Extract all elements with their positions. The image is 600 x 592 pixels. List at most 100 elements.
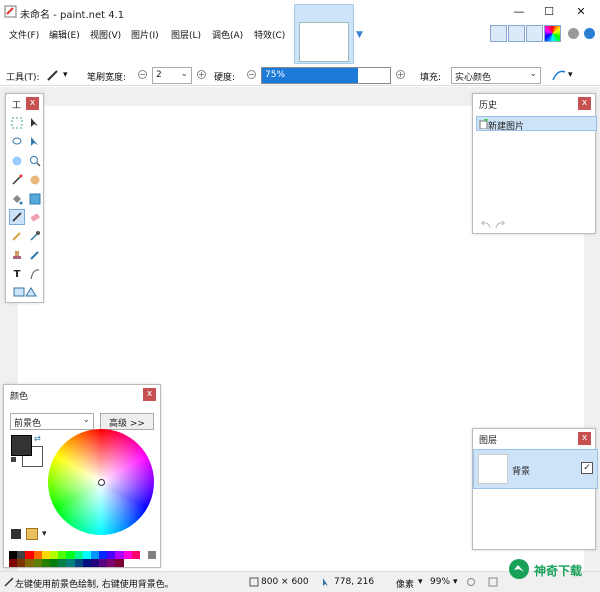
move-selection-tool-icon[interactable] bbox=[27, 115, 43, 131]
palette-swatch[interactable] bbox=[17, 559, 26, 567]
palette-swatch[interactable] bbox=[74, 559, 83, 567]
palette-swatch[interactable] bbox=[9, 551, 18, 559]
move-selected-tool-icon[interactable] bbox=[27, 134, 43, 150]
history-undo-icon[interactable] bbox=[479, 220, 491, 230]
palette-swatch[interactable] bbox=[107, 551, 116, 559]
brush-width-select[interactable]: 2 ⌄ bbox=[152, 67, 192, 84]
palette-swatch[interactable] bbox=[58, 551, 67, 559]
color-picker-tool-icon[interactable] bbox=[27, 228, 43, 244]
antialiasing-icon[interactable] bbox=[552, 68, 566, 82]
hardness-increase[interactable]: + bbox=[396, 70, 405, 79]
palette-swatch[interactable] bbox=[90, 559, 100, 567]
palette-swatch[interactable] bbox=[25, 551, 34, 559]
pencil-tool-icon[interactable] bbox=[9, 228, 25, 244]
settings-icon[interactable] bbox=[568, 28, 579, 39]
zoom-tool-icon[interactable] bbox=[27, 153, 43, 169]
paintbrush-tool-icon[interactable] bbox=[9, 209, 25, 225]
palette-foreground-icon[interactable] bbox=[11, 529, 21, 539]
paint-bucket-tool-icon[interactable] bbox=[9, 191, 25, 207]
recolor-tool-icon[interactable] bbox=[27, 247, 43, 263]
palette-swatch[interactable] bbox=[90, 551, 100, 559]
lasso-tool-icon[interactable] bbox=[9, 134, 25, 150]
palette-swatch[interactable] bbox=[17, 551, 26, 559]
clone-stamp-tool-icon[interactable] bbox=[9, 247, 25, 263]
advanced-button[interactable]: 高级 >> bbox=[100, 413, 154, 430]
palette-swatch[interactable] bbox=[82, 551, 91, 559]
layers-window-toggle[interactable] bbox=[526, 25, 543, 42]
ellipse-select-tool-icon[interactable] bbox=[9, 153, 25, 169]
primary-color-swatch[interactable] bbox=[11, 435, 32, 456]
palette-swatch[interactable] bbox=[123, 551, 132, 559]
palette-swatch[interactable] bbox=[41, 551, 50, 559]
palette-swatch[interactable] bbox=[140, 551, 149, 559]
hardness-decrease[interactable]: − bbox=[247, 70, 256, 79]
swap-colors-icon[interactable]: ⇄ bbox=[34, 434, 41, 443]
hardness-slider[interactable]: 75% bbox=[261, 67, 391, 84]
antialiasing-dropdown-icon[interactable]: ▾ bbox=[568, 70, 573, 80]
color-mode-select[interactable]: 前景色 ⌄ bbox=[10, 413, 94, 430]
text-tool-icon[interactable]: T bbox=[9, 266, 25, 282]
pan-tool-icon[interactable] bbox=[27, 172, 43, 188]
help-icon[interactable] bbox=[584, 28, 595, 39]
palette-dropdown-icon[interactable]: ▾ bbox=[42, 529, 47, 539]
shapes-tool-icon[interactable] bbox=[12, 284, 38, 300]
brush-width-increase[interactable]: + bbox=[197, 70, 206, 79]
tools-panel-close-button[interactable]: x bbox=[26, 97, 39, 110]
palette-swatch[interactable] bbox=[49, 559, 59, 567]
palette-swatch[interactable] bbox=[25, 559, 34, 567]
tools-window-toggle[interactable] bbox=[490, 25, 507, 42]
colors-panel-close-button[interactable]: x bbox=[143, 388, 156, 401]
history-window-toggle[interactable] bbox=[508, 25, 525, 42]
palette-swatch[interactable] bbox=[66, 551, 75, 559]
paintbrush-icon[interactable] bbox=[46, 68, 60, 82]
palette-swatch[interactable] bbox=[82, 559, 91, 567]
palette-swatch[interactable] bbox=[99, 559, 108, 567]
menu-file[interactable]: 文件(F) bbox=[9, 28, 39, 41]
menu-layers[interactable]: 图层(L) bbox=[171, 28, 201, 41]
layer-item[interactable]: 背景 ✓ bbox=[473, 449, 598, 489]
eraser-tool-icon[interactable] bbox=[27, 209, 43, 225]
palette-swatch[interactable] bbox=[131, 551, 140, 559]
palette-menu-icon[interactable] bbox=[26, 528, 38, 540]
line-curve-tool-icon[interactable] bbox=[27, 266, 43, 282]
reset-colors-icon[interactable] bbox=[11, 457, 16, 462]
close-button[interactable]: ✕ bbox=[566, 0, 596, 22]
palette-swatch[interactable] bbox=[41, 559, 50, 567]
menu-view[interactable]: 视图(V) bbox=[90, 28, 121, 41]
minimize-button[interactable]: — bbox=[504, 0, 534, 22]
palette-swatch[interactable] bbox=[33, 551, 42, 559]
zoom-out-icon[interactable] bbox=[466, 577, 476, 587]
palette-swatch[interactable] bbox=[49, 551, 59, 559]
history-redo-icon[interactable] bbox=[495, 220, 507, 230]
maximize-button[interactable]: ☐ bbox=[534, 0, 564, 22]
palette-swatch[interactable] bbox=[107, 559, 116, 567]
palette-swatch[interactable] bbox=[99, 551, 108, 559]
tool-dropdown-icon[interactable]: ▾ bbox=[63, 70, 68, 80]
history-panel-close-button[interactable]: x bbox=[578, 97, 591, 110]
gradient-tool-icon[interactable] bbox=[27, 191, 43, 207]
colors-window-toggle[interactable] bbox=[544, 25, 561, 42]
palette-swatch[interactable] bbox=[9, 559, 18, 567]
palette-swatch[interactable] bbox=[115, 551, 124, 559]
rectangle-select-tool-icon[interactable] bbox=[9, 115, 25, 131]
palette-swatch[interactable] bbox=[148, 551, 157, 559]
brush-width-decrease[interactable]: − bbox=[138, 70, 147, 79]
fill-select[interactable]: 实心颜色 ⌄ bbox=[451, 67, 541, 84]
menu-effects[interactable]: 特效(C) bbox=[254, 28, 285, 41]
menu-image[interactable]: 图片(I) bbox=[131, 28, 159, 41]
zoom-dropdown-icon[interactable]: ▾ bbox=[453, 577, 458, 587]
menu-edit[interactable]: 编辑(E) bbox=[49, 28, 80, 41]
magic-wand-tool-icon[interactable] bbox=[9, 172, 25, 188]
palette-swatch[interactable] bbox=[115, 559, 124, 567]
zoom-level[interactable]: 99% bbox=[430, 577, 450, 587]
palette-swatch[interactable] bbox=[33, 559, 42, 567]
palette-swatch[interactable] bbox=[66, 559, 75, 567]
image-list-dropdown-icon[interactable]: ▼ bbox=[356, 30, 363, 40]
palette-swatch[interactable] bbox=[74, 551, 83, 559]
unit-dropdown-icon[interactable]: ▾ bbox=[418, 577, 423, 587]
fit-window-icon[interactable] bbox=[488, 577, 498, 587]
layers-panel-close-button[interactable]: x bbox=[578, 432, 591, 445]
color-wheel[interactable] bbox=[48, 429, 154, 535]
menu-adjustments[interactable]: 调色(A) bbox=[212, 28, 243, 41]
history-item[interactable]: 新建图片 bbox=[476, 116, 597, 132]
